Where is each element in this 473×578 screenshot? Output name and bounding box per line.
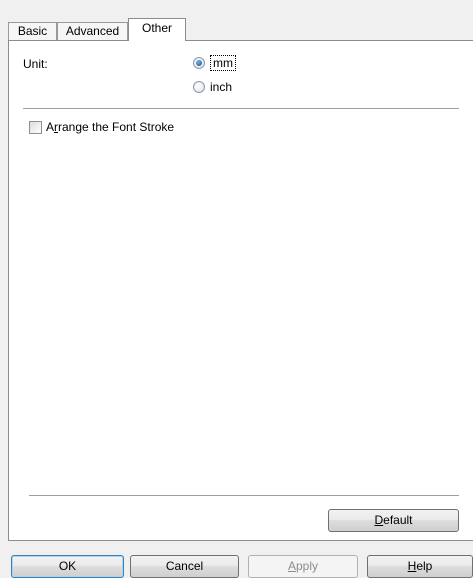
apply-mnemonic: A (287, 559, 296, 573)
radio-mm[interactable] (193, 57, 205, 69)
tab-page-other (8, 40, 473, 541)
tab-other[interactable]: Other (128, 18, 186, 41)
label-prefix: A (46, 120, 55, 134)
default-button[interactable]: Default (328, 509, 459, 532)
unit-label: Unit: (23, 57, 48, 71)
apply-rest: pply (296, 559, 319, 573)
bottom-divider (29, 495, 459, 496)
apply-button[interactable]: Apply (248, 555, 358, 578)
radio-mm-label[interactable]: mm (210, 55, 236, 71)
radio-inch-label[interactable]: inch (210, 80, 232, 94)
default-mnemonic: D (374, 513, 384, 527)
arrange-font-stroke-checkbox[interactable] (29, 121, 42, 134)
help-rest: elp (416, 559, 433, 573)
label-rest: range the Font Stroke (58, 120, 175, 134)
help-button[interactable]: Help (367, 555, 473, 578)
default-rest: efault (383, 513, 413, 527)
properties-dialog: Basic Advanced Other Unit: mm inch Arran… (0, 0, 473, 578)
section-divider (23, 108, 459, 109)
cancel-button[interactable]: Cancel (130, 555, 239, 578)
arrange-font-stroke-label[interactable]: Arrange the Font Stroke (46, 120, 174, 134)
tab-basic[interactable]: Basic (8, 22, 57, 40)
ok-button[interactable]: OK (11, 555, 124, 578)
tab-advanced[interactable]: Advanced (57, 22, 128, 40)
radio-inch[interactable] (193, 81, 205, 93)
